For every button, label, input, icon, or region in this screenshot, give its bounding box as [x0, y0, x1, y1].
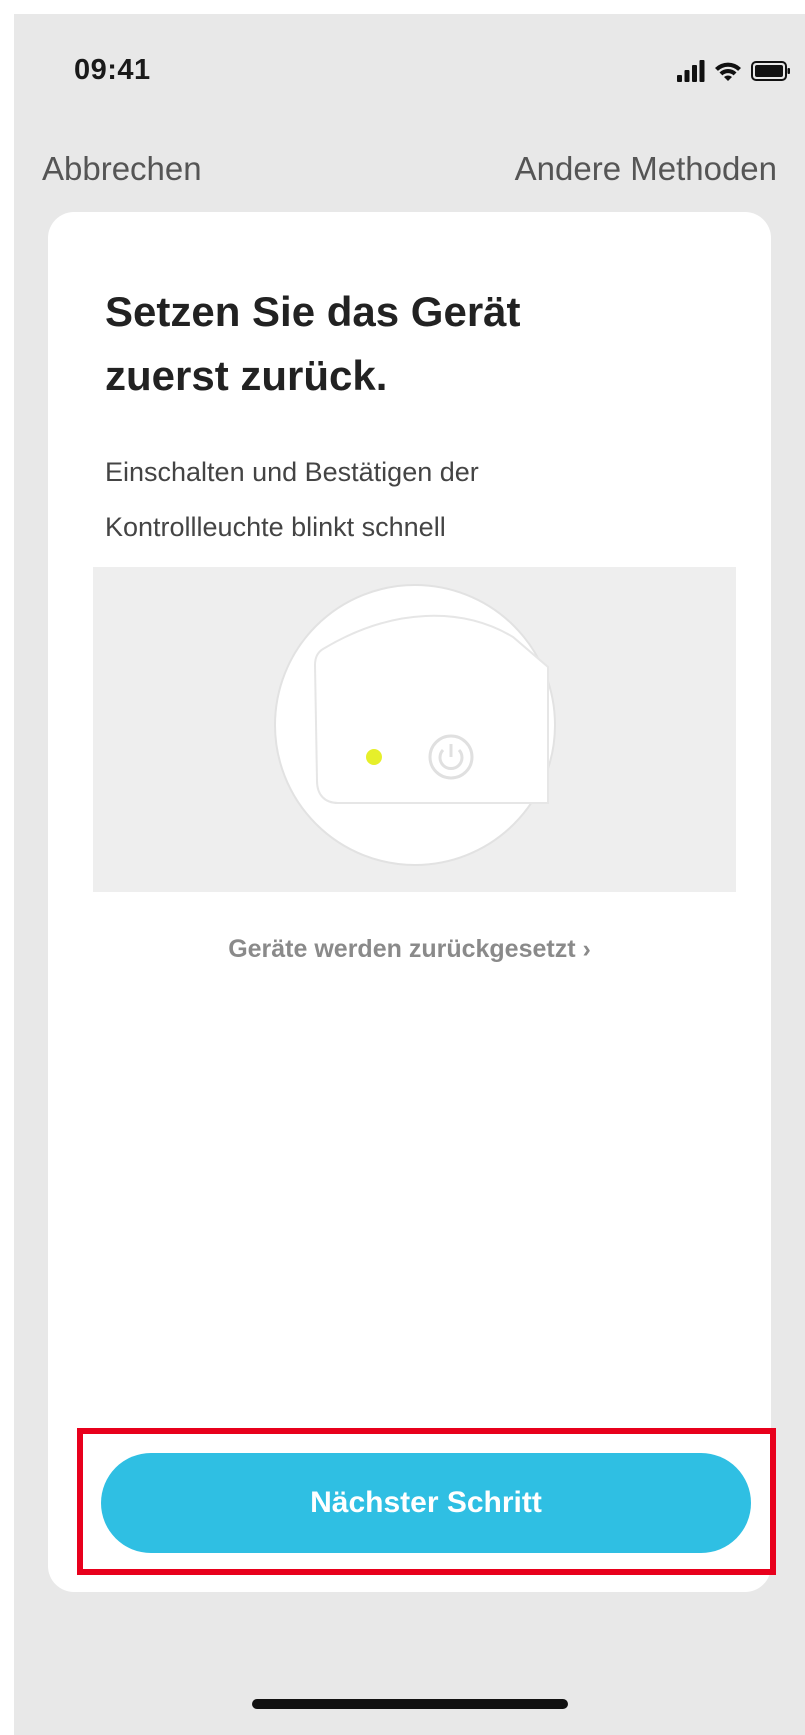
next-step-button[interactable]: Nächster Schritt	[101, 1453, 751, 1553]
page-title-line-2: zuerst zurück.	[105, 352, 388, 399]
instruction-text: Einschalten und Bestätigen der Kontrolll…	[105, 445, 725, 555]
device-reset-illustration	[274, 584, 556, 866]
other-methods-button[interactable]: Andere Methoden	[515, 150, 777, 188]
page-title: Setzen Sie das Gerät zuerst zurück.	[105, 280, 725, 408]
power-button-icon	[428, 734, 474, 780]
instruction-line-1: Einschalten und Bestätigen der	[105, 457, 479, 487]
page-title-line-1: Setzen Sie das Gerät	[105, 288, 521, 335]
home-indicator[interactable]	[252, 1699, 568, 1709]
instruction-line-2: Kontrollleuchte blinkt schnell	[105, 512, 446, 542]
wifi-icon	[715, 62, 741, 81]
device-illustration	[93, 567, 736, 892]
indicator-light-icon	[366, 749, 382, 765]
device-plug-icon	[313, 614, 549, 804]
battery-icon	[751, 61, 790, 81]
reset-instruction-card: Setzen Sie das Gerät zuerst zurück. Eins…	[48, 212, 771, 1592]
app-screen: 09:41 Abbrechen Andere Methoden Setzen S…	[14, 14, 805, 1735]
cellular-signal-icon	[677, 60, 705, 82]
status-bar: 09:41	[14, 14, 805, 124]
status-icons	[677, 58, 791, 84]
cancel-button[interactable]: Abbrechen	[42, 150, 202, 188]
reset-help-link-label: Geräte werden zurückgesetzt	[228, 935, 576, 963]
status-time: 09:41	[74, 54, 151, 86]
chevron-right-icon: ›	[582, 935, 591, 963]
navigation-bar: Abbrechen Andere Methoden	[14, 134, 805, 214]
reset-help-link[interactable]: Geräte werden zurückgesetzt ›	[48, 935, 771, 964]
